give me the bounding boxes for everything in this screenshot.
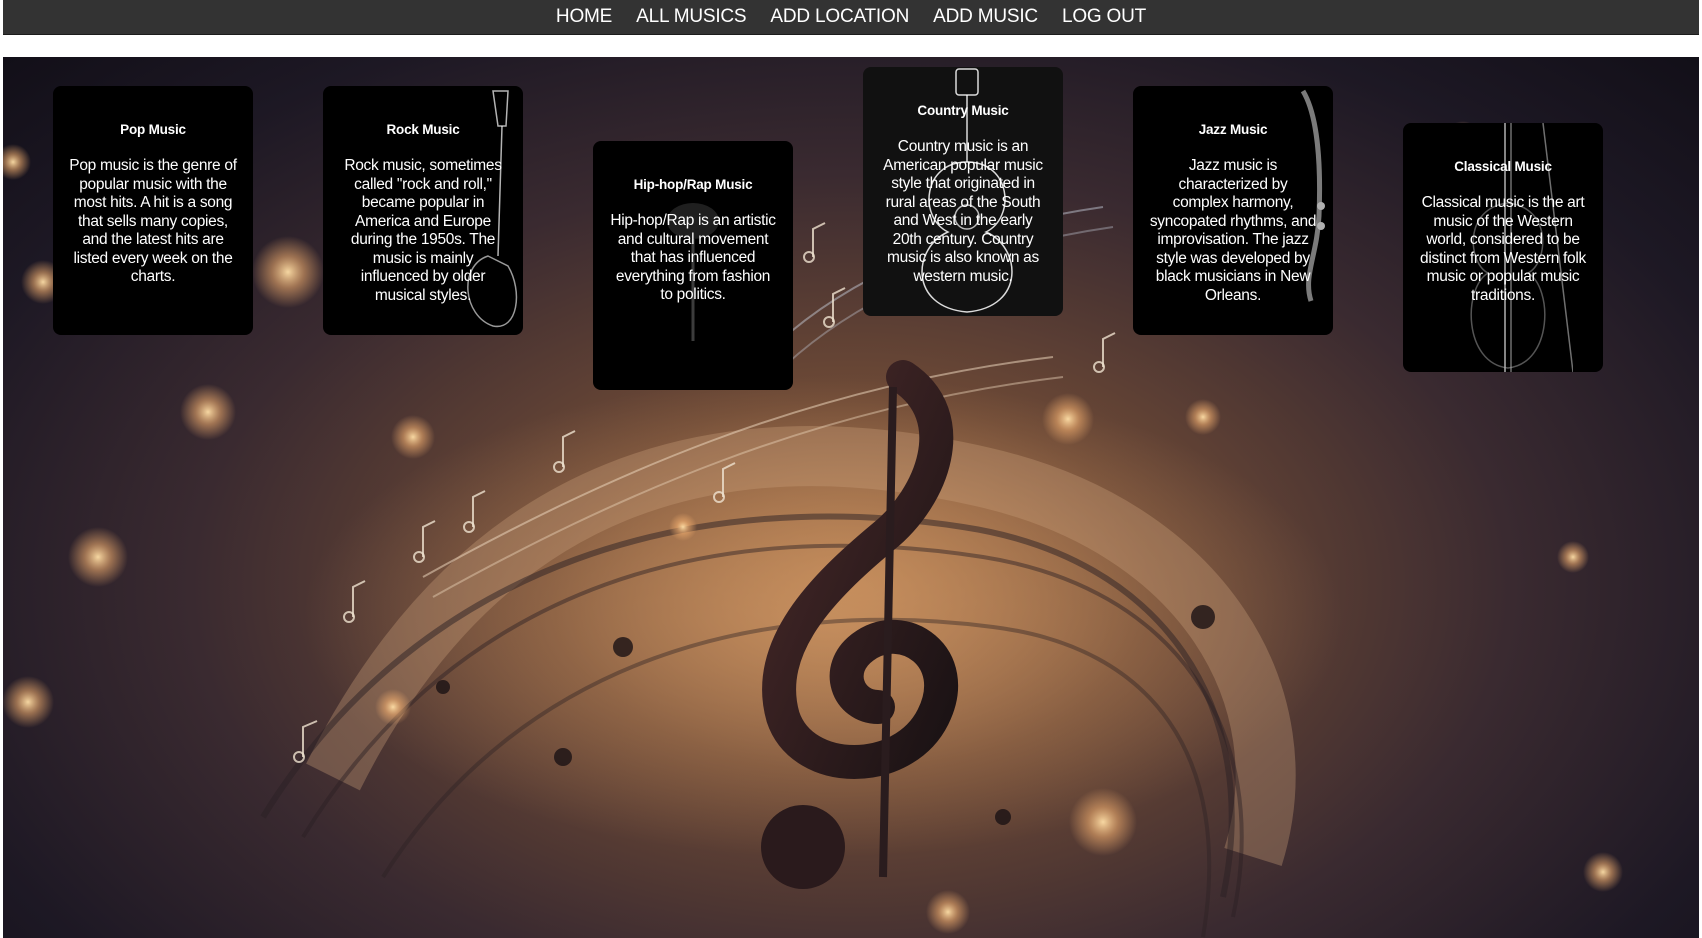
genre-card-description: Country music is an American popular mus… — [883, 138, 1043, 285]
genre-card-jazz[interactable]: Jazz Music Jazz music is characterized b… — [1133, 86, 1333, 335]
nav-log-out-link[interactable]: LOG OUT — [1050, 2, 1158, 32]
genre-card-description: Rock music, sometimes called "rock and r… — [344, 157, 502, 304]
main-nav: HOME ALL MUSICS ADD LOCATION ADD MUSIC L… — [3, 0, 1699, 34]
genre-card-title: Rock Music — [386, 122, 460, 137]
nav-home-link[interactable]: HOME — [544, 2, 624, 32]
hero-background: Pop Music Pop music is the genre of popu… — [3, 57, 1699, 938]
genre-card-title: Country Music — [917, 103, 1009, 118]
genre-card-description: Pop music is the genre of popular music … — [69, 157, 237, 285]
genre-card-hiphop[interactable]: Hip-hop/Rap Music Hip-hop/Rap is an arti… — [593, 141, 793, 390]
genre-card-title: Pop Music — [120, 122, 186, 137]
genre-card-description: Classical music is the art music of the … — [1420, 194, 1586, 304]
genre-card-pop[interactable]: Pop Music Pop music is the genre of popu… — [53, 86, 253, 335]
nav-all-musics-link[interactable]: ALL MUSICS — [624, 2, 758, 32]
nav-add-location-link[interactable]: ADD LOCATION — [758, 2, 921, 32]
genre-card-title: Jazz Music — [1198, 122, 1268, 137]
genre-card-rock[interactable]: Rock Music Rock music, sometimes called … — [323, 86, 523, 335]
nav-add-music-link[interactable]: ADD MUSIC — [921, 2, 1050, 32]
genre-card-classical[interactable]: Classical Music Classical music is the a… — [1403, 123, 1603, 372]
genre-card-title: Classical Music — [1454, 159, 1552, 174]
top-navbar: HOME ALL MUSICS ADD LOCATION ADD MUSIC L… — [3, 0, 1699, 35]
genre-card-description: Hip-hop/Rap is an artistic and cultural … — [610, 212, 776, 303]
genre-card-description: Jazz music is characterized by complex h… — [1149, 157, 1317, 304]
genre-card-country[interactable]: Country Music Country music is an Americ… — [863, 67, 1063, 316]
genre-card-title: Hip-hop/Rap Music — [633, 177, 753, 192]
